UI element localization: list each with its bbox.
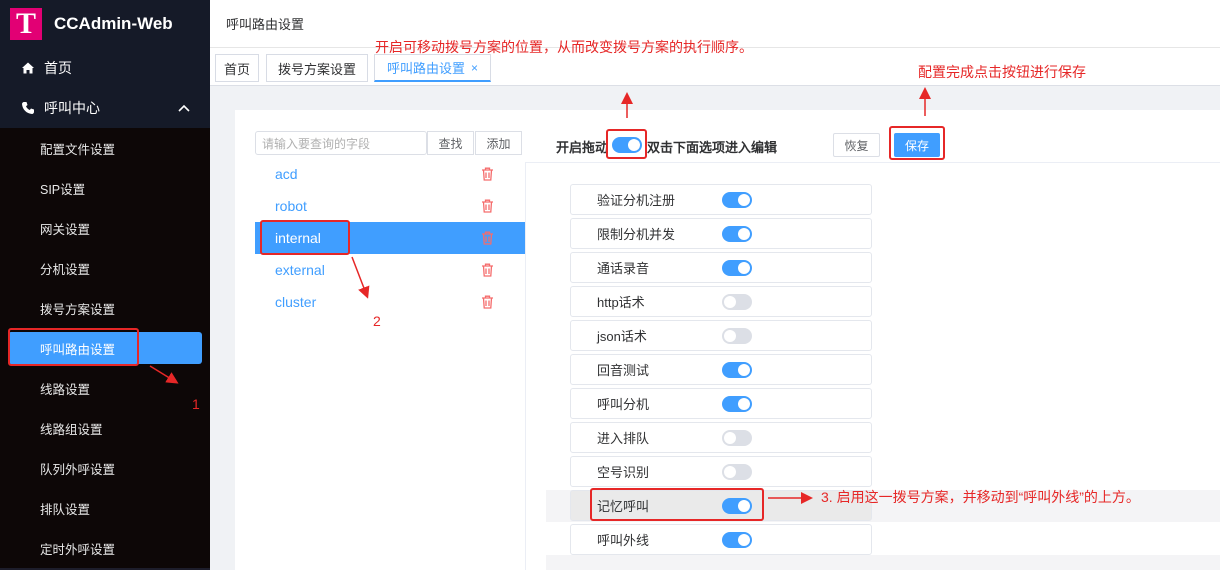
annotation-arrows xyxy=(149,87,931,504)
